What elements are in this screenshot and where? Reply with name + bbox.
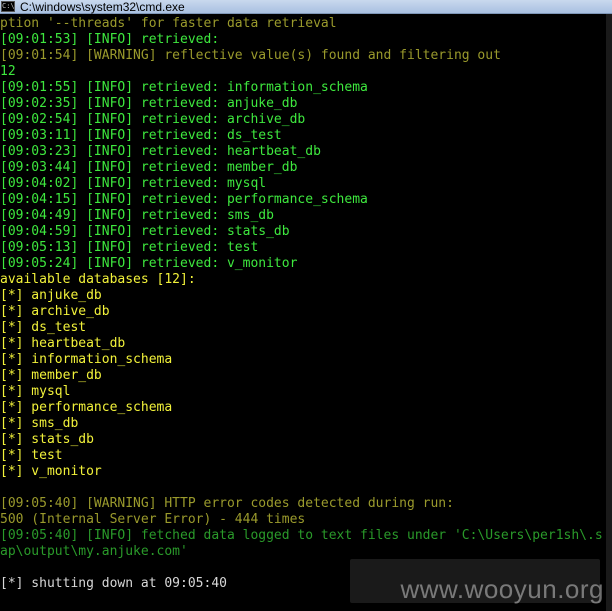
console-line: [09:02:35] [INFO] retrieved: anjuke_db <box>0 96 298 111</box>
console-line: [*] test <box>0 448 63 463</box>
window-title: C:\windows\system32\cmd.exe <box>20 0 185 14</box>
console-line: [09:05:24] [INFO] retrieved: v_monitor <box>0 256 298 271</box>
console-line: [*] mysql <box>0 384 71 399</box>
console-line: available databases [12]: <box>0 272 196 287</box>
console-line: [*] ds_test <box>0 320 87 335</box>
console-output: ption '--threads' for faster data retrie… <box>0 16 612 606</box>
console-line: [*] stats_db <box>0 432 94 447</box>
console-line: [*] heartbeat_db <box>0 336 126 351</box>
console-line: [*] member_db <box>0 368 102 383</box>
console-line: ap\output\my.anjuke.com' <box>0 544 188 559</box>
console-line: [*] archive_db <box>0 304 110 319</box>
console-line: [09:02:54] [INFO] retrieved: archive_db <box>0 112 306 127</box>
console-line: [09:04:15] [INFO] retrieved: performance… <box>0 192 368 207</box>
cmd-icon: C:\ <box>1 1 15 12</box>
console-line: [09:03:44] [INFO] retrieved: member_db <box>0 160 298 175</box>
console-line: [*] sms_db <box>0 416 79 431</box>
console-line: [09:03:11] [INFO] retrieved: ds_test <box>0 128 282 143</box>
console-line: [09:01:53] [INFO] retrieved: <box>0 32 220 47</box>
console-line: [09:01:55] [INFO] retrieved: information… <box>0 80 368 95</box>
console-line: 12 <box>0 64 16 79</box>
watermark-text: www.wooyun.org <box>400 574 604 604</box>
console-line: ption '--threads' for faster data retrie… <box>0 16 337 31</box>
console-line: 500 (Internal Server Error) - 444 times <box>0 512 306 527</box>
console-line: [09:04:02] [INFO] retrieved: mysql <box>0 176 267 191</box>
console-line: [09:04:49] [INFO] retrieved: sms_db <box>0 208 274 223</box>
console-line: [09:01:54] [WARNING] reflective value(s)… <box>0 48 501 63</box>
console-line: [09:05:40] [INFO] fetched data logged to… <box>0 528 603 543</box>
console-line: [09:05:40] [WARNING] HTTP error codes de… <box>0 496 454 511</box>
console-line: [09:04:59] [INFO] retrieved: stats_db <box>0 224 290 239</box>
vertical-scrollbar[interactable] <box>606 14 612 611</box>
cmd-window: C:\ C:\windows\system32\cmd.exe ption '-… <box>0 0 612 611</box>
title-bar[interactable]: C:\ C:\windows\system32\cmd.exe <box>0 0 612 14</box>
console-line: [*] anjuke_db <box>0 288 102 303</box>
console-line: [*] information_schema <box>0 352 173 367</box>
console-line: [09:03:23] [INFO] retrieved: heartbeat_d… <box>0 144 321 159</box>
console-line: [09:05:13] [INFO] retrieved: test <box>0 240 259 255</box>
console-line: [*] v_monitor <box>0 464 102 479</box>
console-line: [*] performance_schema <box>0 400 173 415</box>
